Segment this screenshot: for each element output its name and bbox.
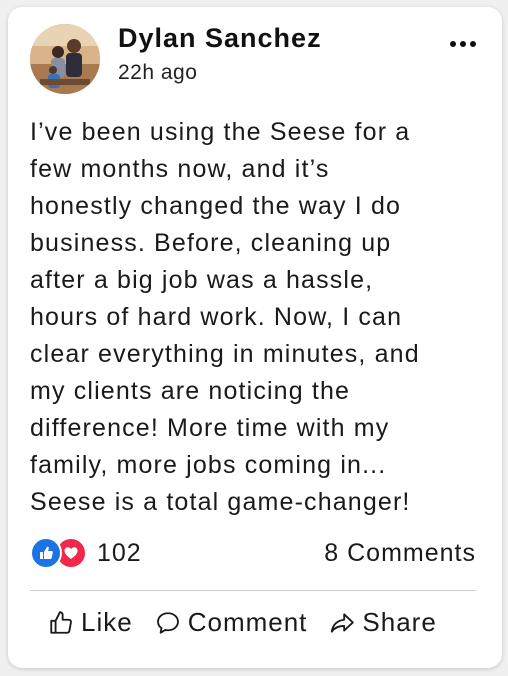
post-body-line: hours of hard work. Now, I can <box>30 303 403 331</box>
post-body-line: I’ve been using the Seese for a <box>30 118 411 146</box>
thumbs-up-icon <box>50 610 72 634</box>
post-body-line: Seese is a total game-changer! <box>30 488 411 516</box>
comment-icon <box>156 611 179 634</box>
avatar[interactable] <box>30 24 100 94</box>
post-body-line: family, more jobs coming in... <box>30 451 387 479</box>
comments-count[interactable]: 8 Comments <box>324 539 476 568</box>
post-body-line: difference! More time with my <box>30 414 390 442</box>
comment-button[interactable]: Comment <box>155 607 308 638</box>
post-body-line: clear everything in minutes, and <box>30 340 420 368</box>
post-body-line: after a big job was a hassle, <box>30 266 374 294</box>
post-card: Dylan Sanchez 22h ago I’ve been using th… <box>8 7 502 668</box>
avatar-photo <box>30 24 100 94</box>
share-button[interactable]: Share <box>329 607 436 638</box>
more-horizontal-icon[interactable] <box>450 41 476 49</box>
reactions-count: 102 <box>97 538 142 567</box>
share-label: Share <box>362 607 437 637</box>
post-body-line: few months now, and it’s <box>30 155 330 183</box>
post-timestamp[interactable]: 22h ago <box>118 61 197 85</box>
share-icon <box>331 612 355 633</box>
post-actions: Like Comment Share <box>48 607 437 638</box>
like-button[interactable]: Like <box>48 607 133 638</box>
post-body-line: my clients are noticing the <box>30 377 351 405</box>
post-body-line: honestly changed the way I do <box>30 192 402 220</box>
author-name[interactable]: Dylan Sanchez <box>118 23 322 54</box>
divider <box>30 590 476 591</box>
like-label: Like <box>81 607 133 637</box>
comment-label: Comment <box>187 607 308 637</box>
post-body-line: business. Before, cleaning up <box>30 229 392 257</box>
reactions-summary[interactable]: 102 <box>30 537 142 569</box>
thumbs-up-icon <box>30 537 62 569</box>
post-body: I’ve been using the Seese for a few mont… <box>30 114 482 521</box>
